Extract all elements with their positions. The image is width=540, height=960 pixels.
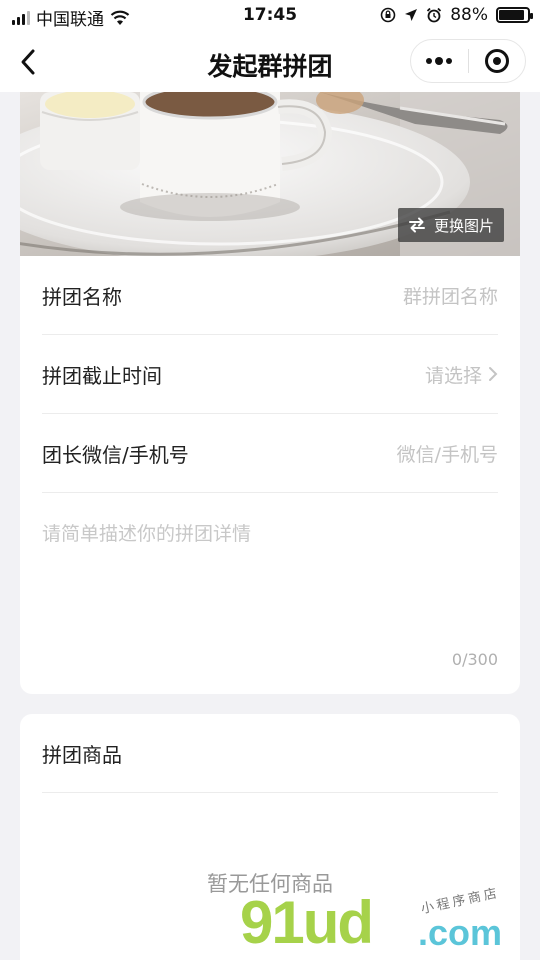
more-dots-icon bbox=[426, 57, 453, 65]
cover-image[interactable]: 更换图片 bbox=[20, 92, 520, 256]
watermark-logo: 91ud .com 小程序商店 bbox=[240, 885, 502, 957]
miniprogram-capsule bbox=[410, 39, 526, 83]
deadline-picker[interactable]: 请选择 bbox=[425, 361, 498, 388]
alarm-icon bbox=[427, 7, 442, 23]
deadline-row[interactable]: 拼团截止时间 请选择 bbox=[42, 335, 498, 414]
group-name-label: 拼团名称 bbox=[42, 284, 122, 309]
target-icon bbox=[484, 49, 509, 73]
location-arrow-icon bbox=[405, 9, 418, 21]
battery-percent: 88% bbox=[450, 5, 488, 25]
rotation-lock-icon bbox=[380, 7, 396, 23]
deadline-label: 拼团截止时间 bbox=[42, 363, 162, 388]
chevron-right-icon bbox=[489, 367, 498, 381]
description-placeholder: 请简单描述你的拼团详情 bbox=[42, 523, 252, 545]
battery-fill bbox=[499, 10, 524, 20]
swap-icon bbox=[408, 217, 425, 233]
contact-label: 团长微信/手机号 bbox=[42, 442, 189, 467]
more-button[interactable] bbox=[411, 40, 468, 82]
change-image-button[interactable]: 更换图片 bbox=[397, 208, 504, 242]
contact-row[interactable]: 团长微信/手机号 微信/手机号 bbox=[42, 414, 498, 493]
status-bar: 中国联通 17:45 88% bbox=[0, 0, 540, 32]
contact-input[interactable]: 微信/手机号 bbox=[397, 440, 498, 467]
group-name-input[interactable]: 群拼团名称 bbox=[403, 282, 498, 309]
group-name-row[interactable]: 拼团名称 群拼团名称 bbox=[42, 256, 498, 335]
watermark-domain: .com bbox=[418, 912, 503, 953]
battery-icon bbox=[496, 7, 533, 23]
watermark-brand: 91ud bbox=[240, 889, 374, 956]
change-image-label: 更换图片 bbox=[433, 216, 494, 235]
char-counter: 0/300 bbox=[451, 650, 498, 669]
deadline-value: 请选择 bbox=[424, 364, 482, 387]
description-textarea[interactable]: 请简单描述你的拼团详情 0/300 bbox=[42, 493, 498, 693]
group-buy-form-card: 更换图片 拼团名称 群拼团名称 拼团截止时间 请选择 团长微信/手机号 微信/手… bbox=[20, 92, 520, 694]
status-right: 88% bbox=[380, 5, 533, 25]
nav-bar: 发起群拼团 bbox=[0, 32, 540, 92]
goods-section-title: 拼团商品 bbox=[42, 714, 498, 793]
close-miniprogram-button[interactable] bbox=[469, 40, 526, 82]
